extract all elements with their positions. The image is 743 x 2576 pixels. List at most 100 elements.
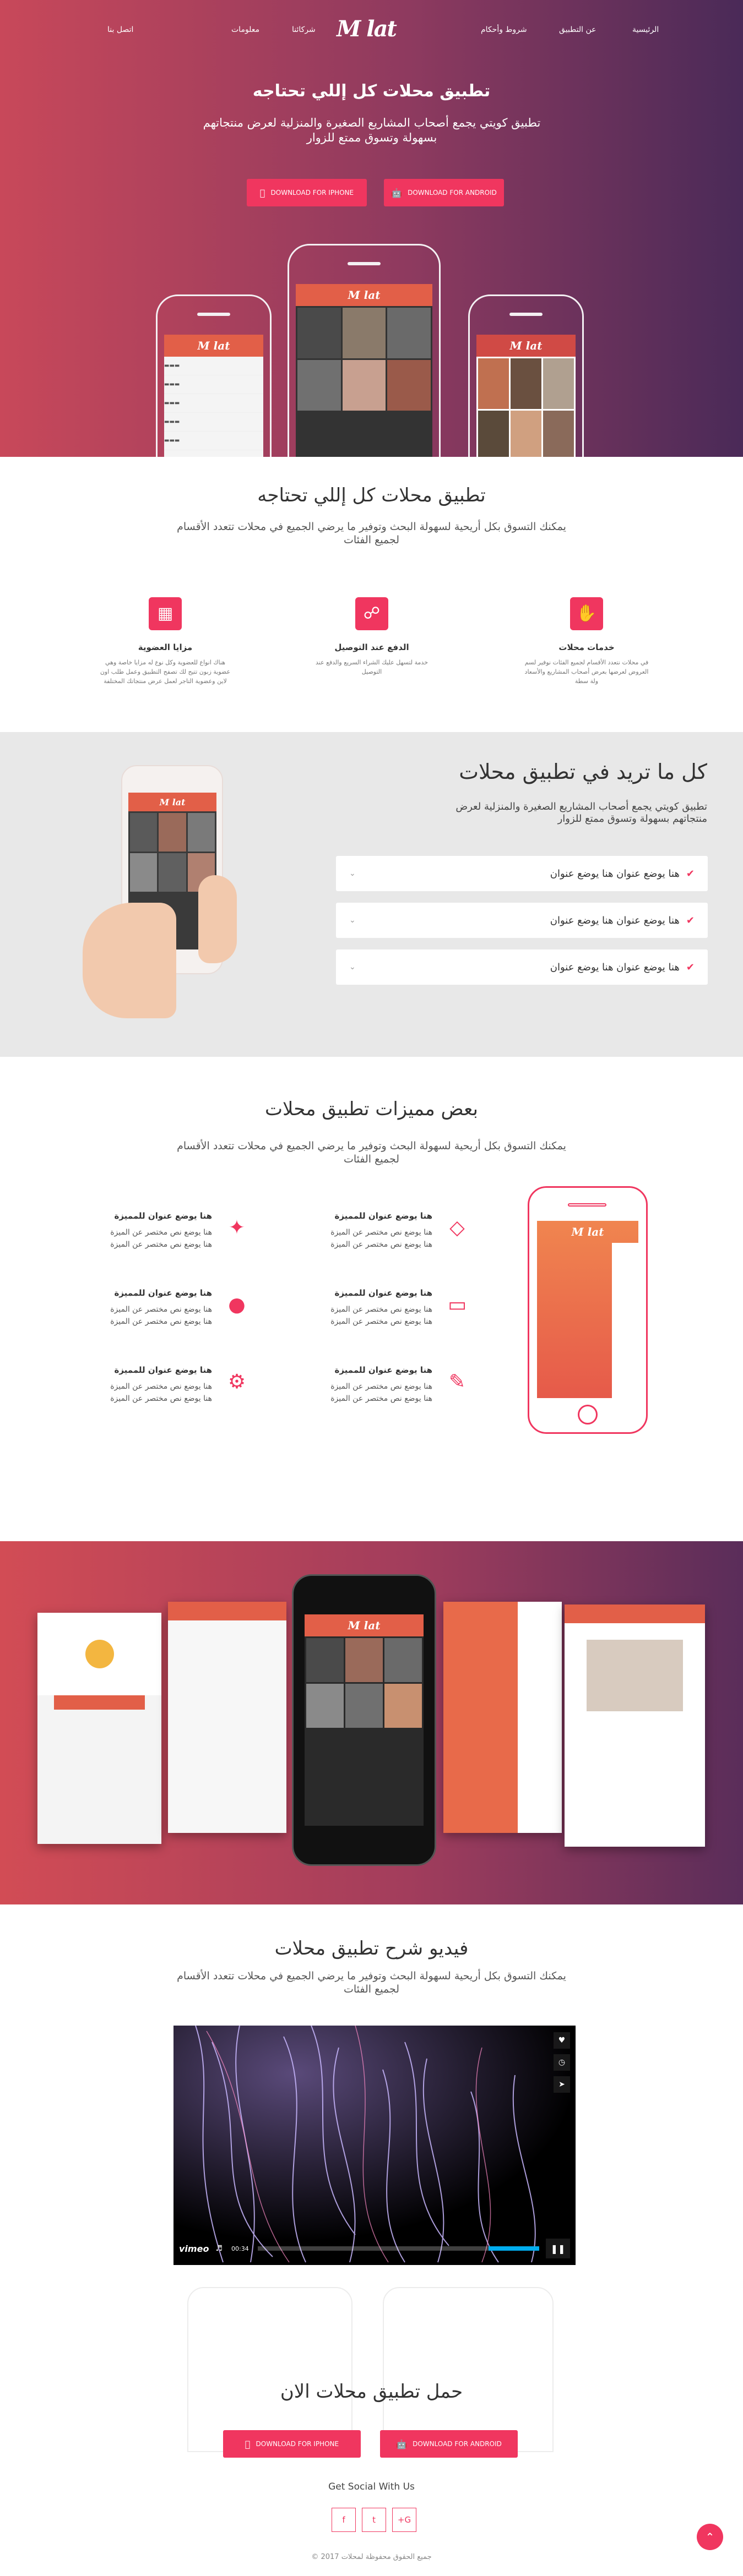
chevron-down-icon: ⌄ xyxy=(349,963,356,972)
chevron-down-icon: ⌄ xyxy=(349,869,356,878)
magic-wand-icon: ✦ xyxy=(228,1216,246,1239)
feature-point-desc: هنا يوضع نص مختصر عن الميزة هنا يوضع نص … xyxy=(110,1228,212,1249)
app-logo-bar: M lat xyxy=(128,793,216,811)
app-logo-bar: M lat xyxy=(476,335,576,357)
download-iphone-button[interactable]: DOWNLOAD FOR IPHONE  xyxy=(247,179,367,206)
nav-home[interactable]: الرئيسية xyxy=(632,25,659,34)
phone-mockup-left: M lat ▬▬▬ ▬▬▬ ▬▬▬ ▬▬▬ ▬▬▬ xyxy=(156,294,272,457)
feature-title: الدفع عند التوصيل xyxy=(334,642,409,652)
feature-point: ✦ هنا يوضع عنوان للمميزة هنا يوضع نص مخت… xyxy=(102,1211,251,1271)
video-title: فيديو شرح تطبيق محلات xyxy=(274,1938,469,1960)
check-circle-icon: ✔ xyxy=(686,867,695,880)
feature-desc: هناك انواع للعضوية وكل نوع له مزايا خاصة… xyxy=(100,659,231,685)
props-title: بعض مميزات تطبيق محلات xyxy=(265,1098,478,1120)
phone-outline-mockup: M lat xyxy=(528,1186,648,1434)
hero-subtitle: تطبيق كويتي يجمع أصحاب المشاريع الصغيرة … xyxy=(203,116,541,144)
feature-point-desc: هنا يوضع نص مختصر عن الميزة هنا يوضع نص … xyxy=(110,1382,212,1403)
feature-point-desc: هنا يوضع نص مختصر عن الميزة هنا يوضع نص … xyxy=(330,1228,432,1249)
app-logo-bar: M lat xyxy=(164,335,263,357)
video-subtitle: يمكنك التسوق بكل أريحية لسهولة البحث وتو… xyxy=(177,1970,566,1995)
check-circle-icon: ✔ xyxy=(686,914,695,926)
nav-info[interactable]: معلومات xyxy=(231,25,259,34)
like-icon[interactable]: ♥ xyxy=(554,2032,570,2049)
apple-icon:  xyxy=(260,188,265,198)
video-time: 00:34 xyxy=(229,2244,251,2253)
accordion-title: هنا يوضع عنوان هنا يوضع عنوان xyxy=(550,914,680,926)
props-subtitle: يمكنك التسوق بكل أريحية لسهولة البحث وتو… xyxy=(177,1140,566,1165)
logo[interactable]: M lat xyxy=(325,15,408,43)
screenshot-card xyxy=(37,1613,161,1844)
feature-point: ✎ هنا يوضع عنوان للمميزة هنا يوضع نص مخت… xyxy=(322,1365,471,1426)
chevron-down-icon: ⌄ xyxy=(349,916,356,925)
google-plus-icon[interactable]: G+ xyxy=(392,2508,416,2532)
twitter-icon[interactable]: t xyxy=(362,2508,386,2532)
volume-icon[interactable]: ♬ xyxy=(215,2244,223,2253)
download-iphone-label: DOWNLOAD FOR IPHONE xyxy=(270,189,354,197)
user-icon: ● xyxy=(228,1294,246,1316)
clock-icon[interactable]: ◷ xyxy=(554,2054,570,2071)
nav-about[interactable]: عن التطبيق xyxy=(559,25,596,34)
download-android-label: DOWNLOAD FOR ANDROID xyxy=(413,2440,502,2448)
grid-icon: ▦ xyxy=(149,597,182,630)
share-icon[interactable]: ➤ xyxy=(554,2076,570,2093)
facebook-icon[interactable]: f xyxy=(332,2508,356,2532)
menu-row: ▬▬▬ xyxy=(164,375,263,394)
apple-icon:  xyxy=(245,2439,251,2449)
feature-desc: في محلات نتعدد الأقسام لجميع الفئات نوفي… xyxy=(524,659,649,685)
feature-item: ✋ خدمات محلات في محلات نتعدد الأقسام لجم… xyxy=(520,597,653,686)
phone-outline-faded xyxy=(187,2287,352,2452)
accordion-item[interactable]: ✔ هنا يوضع عنوان هنا يوضع عنوان ⌄ xyxy=(336,903,708,938)
feature-item: ▦ مزايا العضوية هناك انواع للعضوية وكل ن… xyxy=(99,597,231,686)
top-nav: الرئيسية عن التطبيق شروط وأحكام M lat شر… xyxy=(0,0,743,55)
features-section: تطبيق محلات كل إللي تحتاجه يمكنك التسوق … xyxy=(0,457,743,732)
overview-title: كل ما تريد في تطبيق محلات xyxy=(459,760,707,784)
feature-point: ⚙ هنا يوضع عنوان للمميزة هنا يوضع نص مخت… xyxy=(102,1365,251,1426)
android-icon: 🤖 xyxy=(391,187,403,198)
check-circle-icon: ✔ xyxy=(686,961,695,973)
accordion-item[interactable]: ✔ هنا يوضع عنوان هنا يوضع عنوان ⌄ xyxy=(336,949,708,985)
nav-partners[interactable]: شركائنا xyxy=(292,25,316,34)
download-android-button[interactable]: DOWNLOAD FOR ANDROID 🤖 xyxy=(380,2430,518,2458)
diamond-icon: ◇ xyxy=(449,1216,465,1239)
download-android-button[interactable]: DOWNLOAD FOR ANDROID 🤖 xyxy=(384,179,504,206)
hand-icon: ✋ xyxy=(570,597,603,630)
hero-title: تطبيق محلات كل إللي تحتاجه xyxy=(252,81,491,101)
feature-item: ☍ الدفع عند التوصيل خدمة لتسهل عليك الشر… xyxy=(306,597,438,676)
video-frame xyxy=(173,2026,576,2265)
app-logo-bar: M lat xyxy=(296,284,432,306)
nav-contact[interactable]: اتصل بنا xyxy=(107,25,133,34)
wallet-icon: ☍ xyxy=(355,597,388,630)
copyright: جميع الحقوق محفوظة لمحلات 2017 © xyxy=(311,2553,432,2561)
laptop-icon: ▭ xyxy=(447,1294,467,1316)
menu-row: ▬▬▬ xyxy=(164,394,263,413)
scroll-to-top-button[interactable]: ⌃ xyxy=(697,2524,723,2550)
app-overview-section: كل ما تريد في تطبيق محلات تطبيق كويتي يج… xyxy=(0,732,743,1057)
feature-point-title: هنا يوضع عنوان للمميزة xyxy=(334,1365,433,1375)
features-title: تطبيق محلات كل إللي تحتاجه xyxy=(257,484,486,506)
feature-point: ● هنا يوضع عنوان للمميزة هنا يوضع نص مخت… xyxy=(102,1288,251,1349)
phone-black-mockup: M lat xyxy=(292,1574,436,1866)
feature-point-title: هنا يوضع عنوان للمميزة xyxy=(114,1365,213,1375)
download-iphone-button[interactable]: DOWNLOAD FOR IPHONE  xyxy=(223,2430,361,2458)
feature-point-desc: هنا يوضع نص مختصر عن الميزة هنا يوضع نص … xyxy=(330,1305,432,1326)
menu-row: ▬▬▬ xyxy=(164,432,263,450)
pause-button[interactable]: ❚❚ xyxy=(546,2239,570,2258)
android-icon: 🤖 xyxy=(396,2438,408,2449)
feature-point-title: هنا يوضع عنوان للمميزة xyxy=(114,1288,213,1298)
accordion-title: هنا يوضع عنوان هنا يوضع عنوان xyxy=(550,867,680,880)
nav-terms[interactable]: شروط وأحكام xyxy=(481,25,527,34)
vimeo-logo[interactable]: vimeo xyxy=(179,2244,209,2254)
screenshot-card xyxy=(565,1604,705,1847)
phone-speaker xyxy=(348,262,381,265)
feature-point-title: هنا يوضع عنوان للمميزة xyxy=(114,1211,213,1221)
feature-point-desc: هنا يوضع نص مختصر عن الميزة هنا يوضع نص … xyxy=(330,1382,432,1403)
screenshots-section: M lat xyxy=(0,1541,743,1904)
feature-point-title: هنا يوضع عنوان للمميزة xyxy=(334,1211,433,1221)
video-player[interactable]: ♥ ◷ ➤ ❚❚ 00:34 ♬ vimeo xyxy=(173,2026,576,2265)
screenshot-card xyxy=(168,1602,286,1833)
accordion-item[interactable]: ✔ هنا يوضع عنوان هنا يوضع عنوان ⌄ xyxy=(336,856,708,891)
video-progress-bar[interactable] xyxy=(257,2246,539,2251)
phone-mockup-center: M lat xyxy=(288,244,441,457)
feature-point: ◇ هنا يوضع عنوان للمميزة هنا يوضع نص مخت… xyxy=(322,1211,471,1271)
menu-row: ▬▬▬ xyxy=(164,357,263,375)
